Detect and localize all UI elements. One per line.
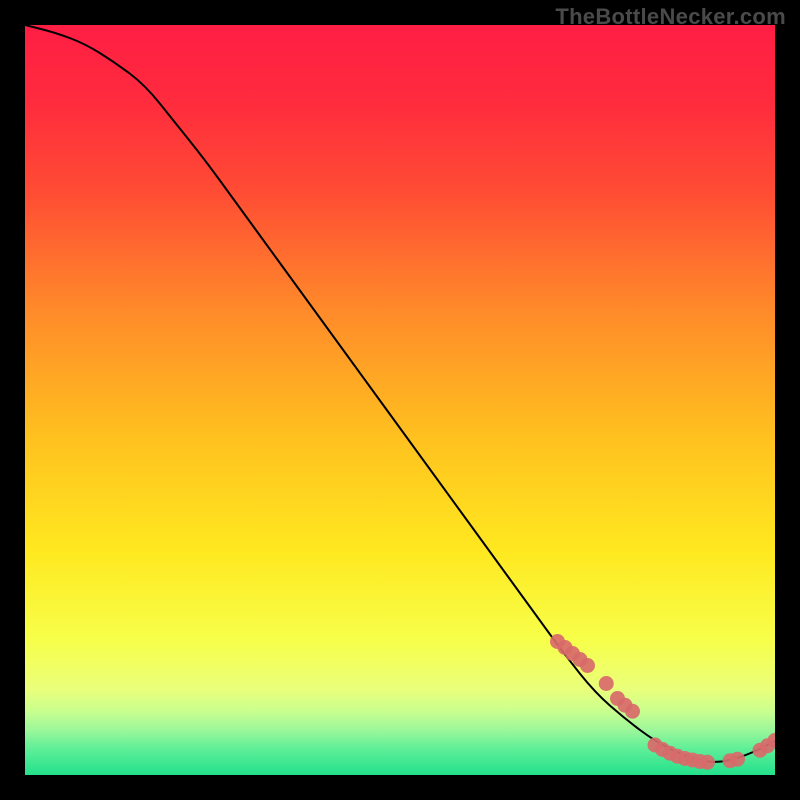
- plot-area: [25, 25, 775, 775]
- data-marker: [730, 752, 745, 767]
- chart-stage: TheBottleNecker.com: [0, 0, 800, 800]
- data-marker: [700, 755, 715, 770]
- plot-svg: [25, 25, 775, 775]
- data-marker: [580, 658, 595, 673]
- gradient-background: [25, 25, 775, 775]
- data-marker: [625, 704, 640, 719]
- data-marker: [599, 676, 614, 691]
- watermark-text: TheBottleNecker.com: [555, 4, 786, 30]
